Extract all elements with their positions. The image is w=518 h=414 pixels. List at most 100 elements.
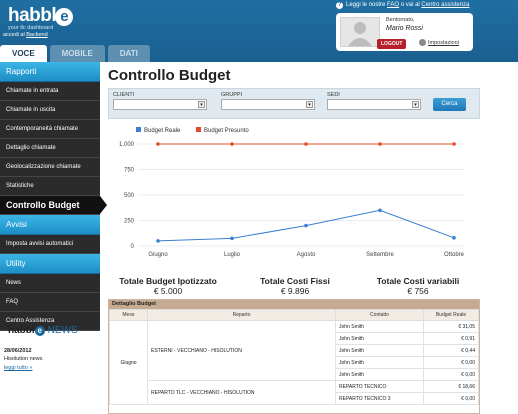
total-budget-label: Totale Budget Ipotizzato — [119, 276, 217, 286]
table-row: Giugno ESTERNI - VECCHIANO - HISOLUTION … — [109, 320, 479, 405]
cell-contatto: John Smith — [335, 320, 424, 333]
total-fixed-value: € 9.896 — [280, 286, 310, 296]
col-contatto: Contatto — [335, 309, 424, 321]
logout-button[interactable]: LOGOUT — [377, 39, 407, 49]
cell-month: Giugno — [109, 320, 148, 405]
legend-label: Budget Reale — [144, 128, 181, 134]
sidebar-item-controllo-budget[interactable]: Controllo Budget — [0, 196, 107, 215]
filters-bar: CLIENTI ▾ GRUPPI ▾ SEDI ▾ Cerca — [108, 88, 480, 119]
sidebar-section-rapporti[interactable]: Rapporti — [0, 62, 100, 82]
clienti-select[interactable]: ▾ — [113, 99, 207, 110]
cell-contatto: REPARTO TECNICO — [335, 380, 424, 393]
sidebar-item-chiamate-uscita[interactable]: Chiamate in uscita — [0, 101, 100, 120]
help-middle: o vai al — [400, 2, 420, 8]
user-box: Bentornato, Mario Rossi LOGOUT Impostazi… — [336, 13, 473, 51]
chevron-down-icon: ▾ — [306, 101, 313, 108]
total-variable-label: Totale Costi variabili — [376, 276, 460, 286]
sidebar-item-faq[interactable]: FAQ — [0, 293, 100, 312]
detail-table: Mese Reparto Contatto Budget Reale Giugn… — [109, 309, 479, 405]
legend-swatch — [136, 127, 141, 132]
chevron-down-icon: ▾ — [412, 101, 419, 108]
sidebar-item-news[interactable]: News — [0, 274, 100, 293]
total-budget-value: € 5.000 — [153, 286, 183, 296]
sidebar-item-chiamate-entrata[interactable]: Chiamate in entrata — [0, 82, 100, 101]
logo-bubble: e — [55, 8, 74, 26]
backend-link[interactable]: Backend — [26, 32, 47, 38]
settings-link[interactable]: Impostazioni — [419, 39, 459, 46]
tab-dati[interactable]: DATI — [107, 45, 150, 62]
clienti-label: CLIENTI — [113, 92, 135, 98]
header: habbl e your tlc dashboard accedi al Back… — [0, 0, 518, 62]
data-point — [378, 142, 382, 146]
cell-budget: € 31,05 — [423, 320, 479, 333]
cell-contatto: John Smith — [335, 344, 424, 357]
help-center-link[interactable]: Centro assistenza — [421, 2, 469, 8]
cell-budget: € 18,66 — [423, 380, 479, 393]
sidebar: Rapporti Chiamate in entrata Chiamate in… — [0, 62, 107, 414]
x-tick-label: Giugno — [148, 252, 168, 258]
settings-label: Impostazioni — [428, 39, 459, 46]
cell-reparto: REPARTO TLC - VECCHIANO - HISOLUTION — [147, 380, 336, 405]
legend-swatch — [196, 127, 201, 132]
col-budget-reale: Budget Reale — [423, 309, 479, 321]
y-tick-label: 1.000 — [119, 142, 135, 148]
sidebar-item-statistiche[interactable]: Statistiche — [0, 177, 100, 196]
backend-access: accedi al Backend — [3, 32, 48, 38]
y-tick-label: 750 — [124, 168, 135, 174]
tab-voce[interactable]: VOCE — [0, 45, 47, 62]
news-date: 28/06/2012 — [4, 348, 32, 354]
avatar — [340, 17, 380, 47]
data-point — [230, 142, 234, 146]
gruppi-select[interactable]: ▾ — [221, 99, 315, 110]
data-point — [452, 142, 456, 146]
tab-mobile[interactable]: MOBILE — [49, 45, 105, 62]
legend-label: Budget Presunto — [204, 128, 249, 134]
chevron-down-icon: ▾ — [198, 101, 205, 108]
page-title: Controllo Budget — [108, 67, 231, 84]
data-point — [230, 236, 234, 241]
y-tick-label: 500 — [124, 193, 135, 199]
sidebar-section-avvisi[interactable]: Avvisi — [0, 215, 100, 235]
x-tick-label: Ottobre — [444, 252, 465, 258]
x-tick-label: Luglio — [224, 252, 241, 258]
y-tick-label: 0 — [131, 244, 135, 250]
total-variable-value: € 756 — [407, 286, 429, 296]
news-logo-text: habbl — [8, 325, 35, 336]
col-reparto: Reparto — [147, 309, 336, 321]
data-point — [304, 223, 308, 228]
total-fixed-label: Totale Costi Fissi — [260, 276, 330, 286]
news-logo-bubble: e — [34, 326, 45, 336]
help-icon: ? — [336, 2, 343, 9]
sidebar-item-geolocalizzazione[interactable]: Geolocalizzazione chiamate — [0, 158, 100, 177]
news-logo-word: NEWS — [47, 325, 78, 336]
tagline: your tlc dashboard — [8, 25, 54, 31]
x-tick-label: Agosto — [297, 252, 316, 258]
faq-link[interactable]: FAQ — [387, 2, 399, 8]
sidebar-section-utility[interactable]: Utility — [0, 254, 100, 274]
news-text: Hisolution news — [4, 356, 43, 362]
help-links: ? Leggi le nostre FAQ o vai al Centro ass… — [336, 2, 469, 9]
data-point — [156, 239, 160, 243]
sedi-label: SEDI — [327, 92, 340, 98]
y-tick-label: 250 — [124, 219, 135, 225]
table-row: REPARTO TLC - VECCHIANO - HISOLUTION REP… — [110, 380, 479, 405]
sidebar-item-dettaglio[interactable]: Dettaglio chiamate — [0, 139, 100, 158]
data-point — [156, 142, 160, 146]
main-tabs: VOCE MOBILE DATI — [0, 45, 153, 62]
table-header-row: Mese Reparto Contatto Budget Reale — [109, 309, 479, 321]
gear-icon — [419, 39, 426, 46]
totals-row: Totale Budget Ipotizzato € 5.000 Totale … — [108, 276, 480, 298]
user-name: Mario Rossi — [386, 25, 423, 32]
logo-text: habbl — [8, 5, 57, 26]
search-button[interactable]: Cerca — [433, 98, 466, 111]
sedi-select[interactable]: ▾ — [327, 99, 421, 110]
news-read-more-link[interactable]: leggi tutto » — [4, 365, 32, 371]
cell-reparto: ESTERNI - VECCHIANO - HISOLUTION — [147, 320, 336, 381]
cell-contatto: REPARTO TECNICO 3 — [335, 392, 424, 405]
logo[interactable]: habbl e — [8, 5, 74, 27]
welcome-text: Bentornato, — [386, 17, 415, 23]
sidebar-item-contemporaneita[interactable]: Contemporaneità chiamate — [0, 120, 100, 139]
sidebar-item-avvisi-automatici[interactable]: Imposta avvisi automatici — [0, 235, 100, 254]
news-logo: habbl e NEWS — [8, 325, 78, 336]
cell-contatto: John Smith — [335, 332, 424, 345]
